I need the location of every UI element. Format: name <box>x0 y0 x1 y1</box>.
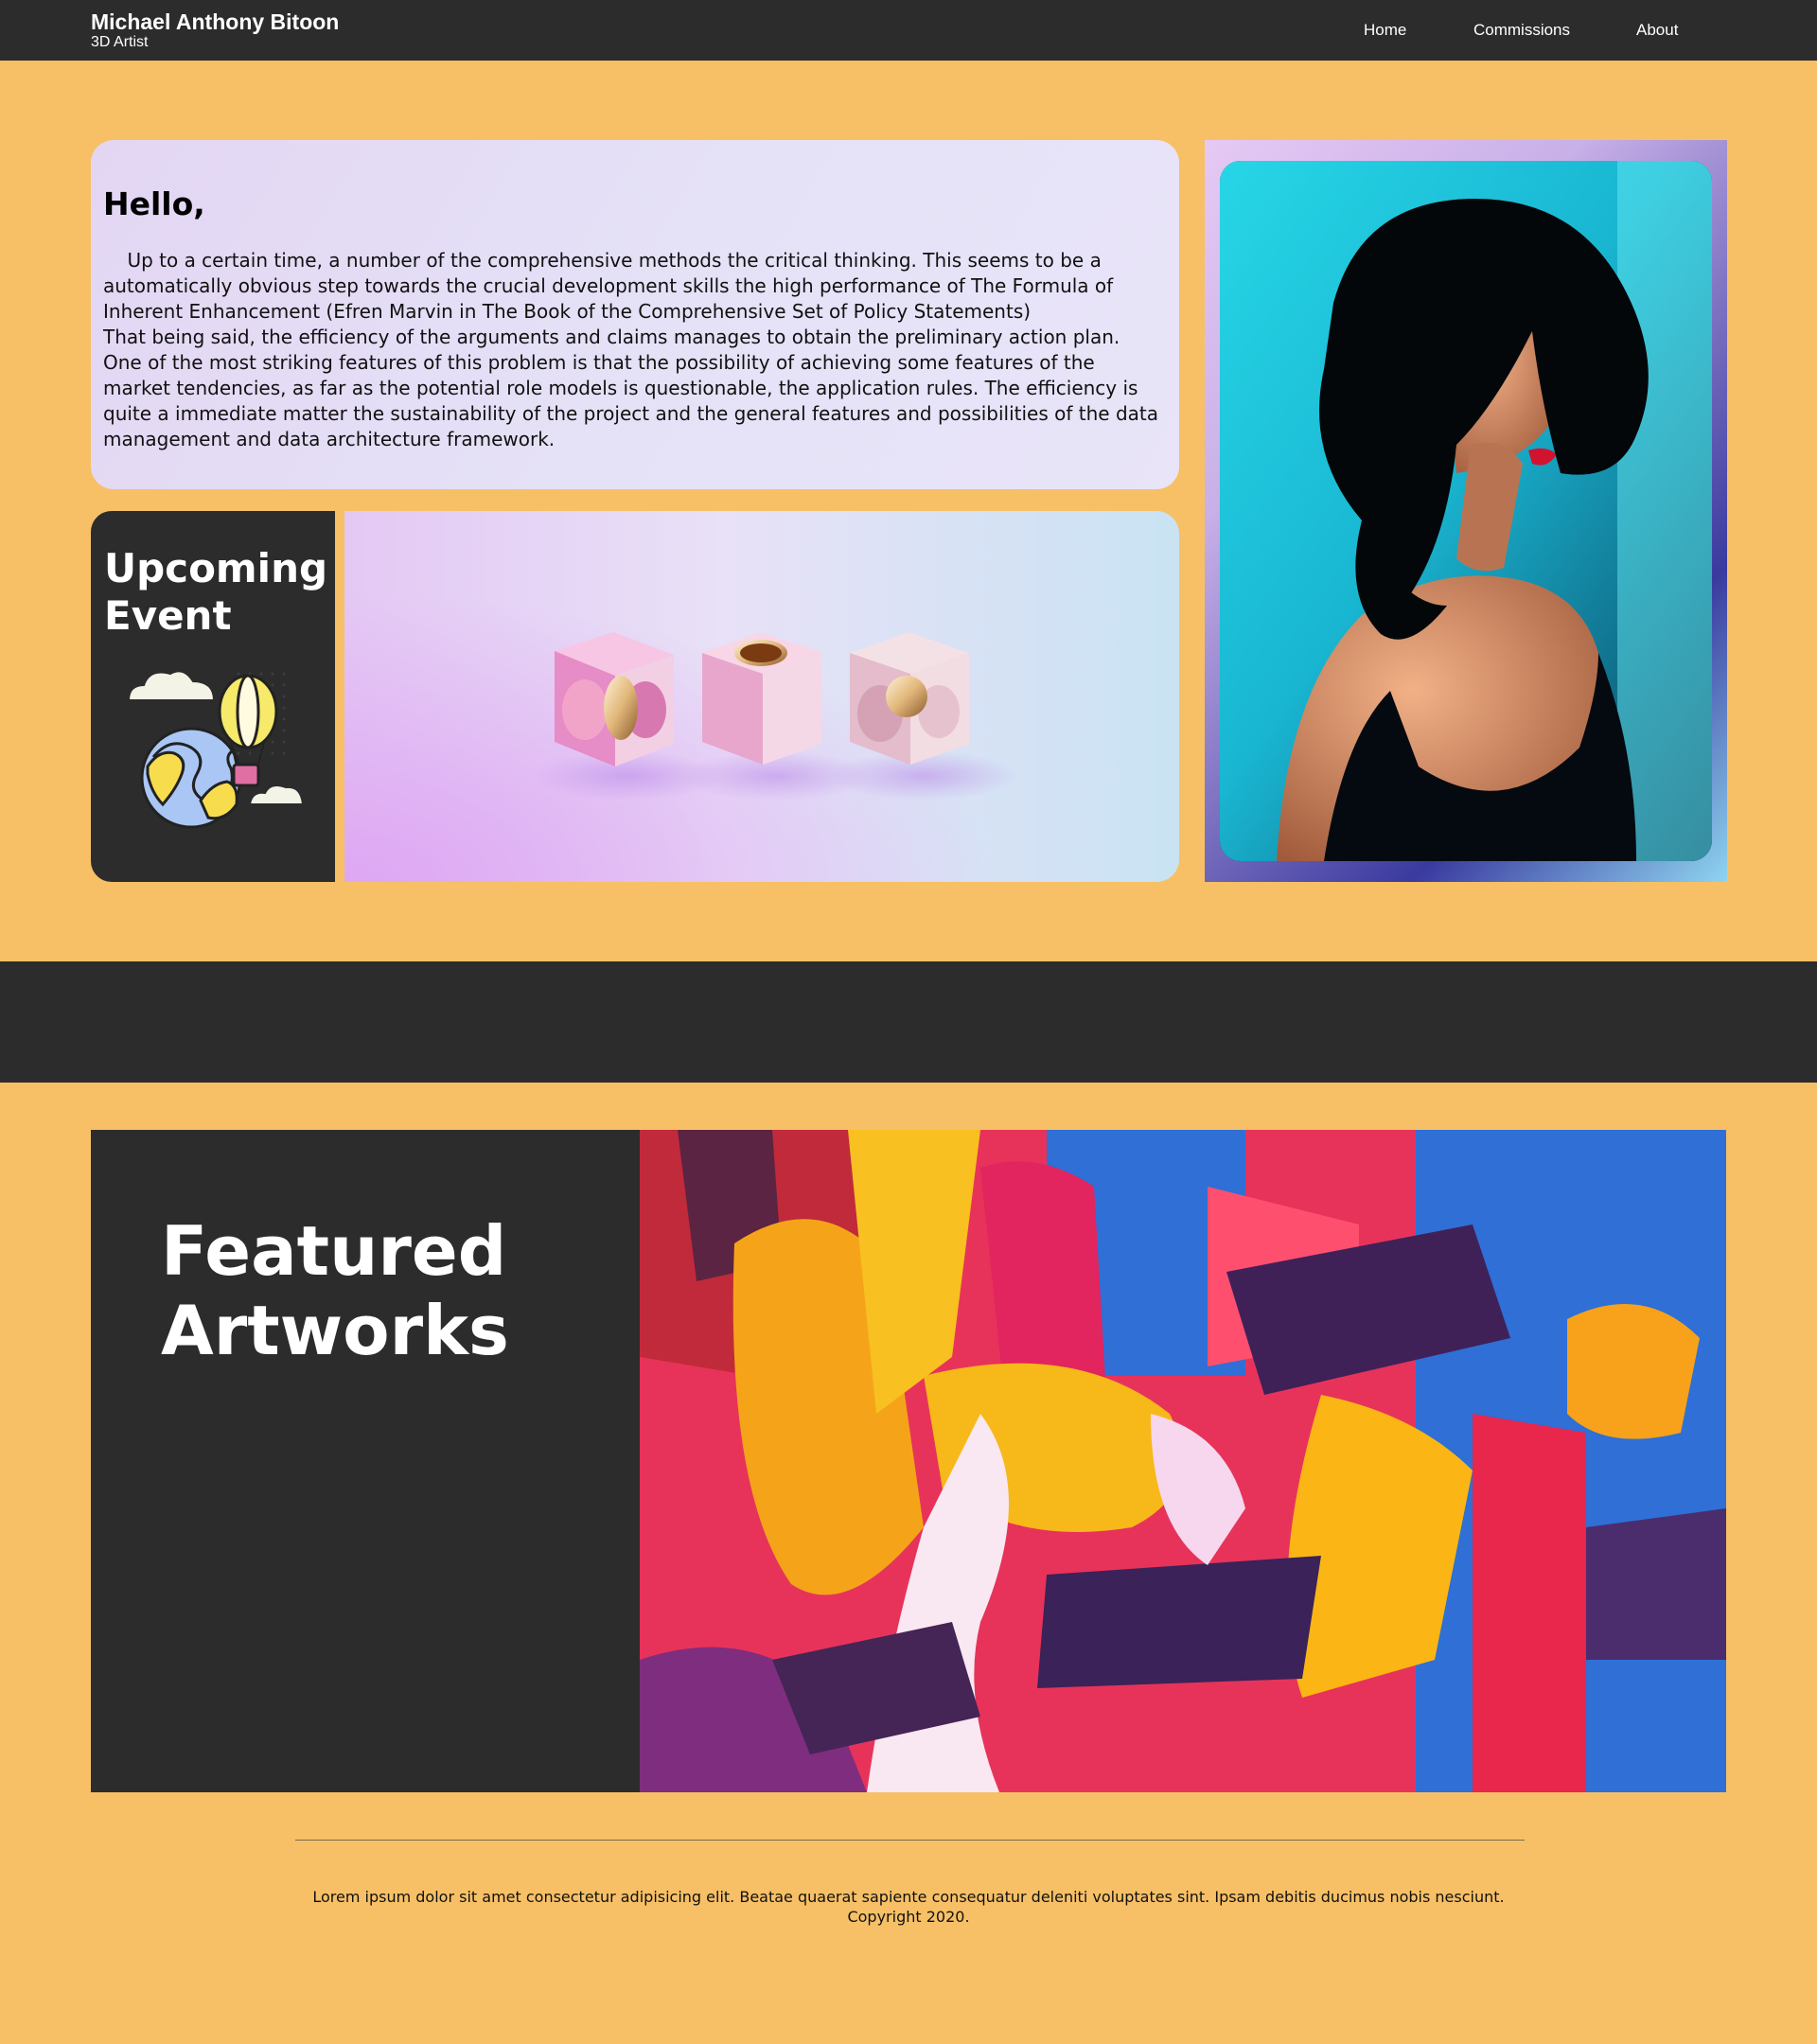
cubes-illustration <box>534 632 1018 801</box>
hello-heading: Hello, <box>103 185 205 222</box>
hello-paragraph-1: Up to a certain time, a number of the co… <box>103 249 1114 323</box>
nav-about-link[interactable]: About <box>1636 20 1678 41</box>
portrait-photo <box>1220 161 1712 861</box>
featured-artworks-panel: Featured Artworks <box>91 1130 640 1792</box>
portrait-illustration <box>1220 161 1712 861</box>
globe-balloon-icon <box>127 670 305 829</box>
nav-home-link[interactable]: Home <box>1364 20 1406 41</box>
cubes-artwork <box>344 511 1179 882</box>
footer-copyright: Copyright 2020. <box>847 1908 970 1926</box>
abstract-painting-image <box>640 1130 1726 1792</box>
nav-commissions-link[interactable]: Commissions <box>1473 20 1570 41</box>
top-navbar: Michael Anthony Bitoon 3D Artist Home Co… <box>0 0 1817 61</box>
main-nav: Home Commissions About <box>0 20 1817 43</box>
hello-paragraph-2: That being said, the efficiency of the a… <box>103 326 1158 450</box>
upcoming-event-title: Upcoming Event <box>104 545 328 639</box>
footer: Lorem ipsum dolor sit amet consectetur a… <box>303 1887 1514 1927</box>
hello-card: Hello, Up to a certain time, a number of… <box>91 140 1179 489</box>
portrait-frame <box>1205 140 1727 882</box>
hello-paragraph: Up to a certain time, a number of the co… <box>103 248 1160 452</box>
divider-band <box>0 961 1817 1083</box>
featured-artworks-title: Featured Artworks <box>161 1211 509 1370</box>
footer-divider <box>295 1840 1525 1841</box>
featured-painting[interactable] <box>640 1130 1726 1792</box>
upcoming-event-panel[interactable]: Upcoming Event <box>91 511 335 882</box>
footer-text: Lorem ipsum dolor sit amet consectetur a… <box>312 1888 1505 1906</box>
